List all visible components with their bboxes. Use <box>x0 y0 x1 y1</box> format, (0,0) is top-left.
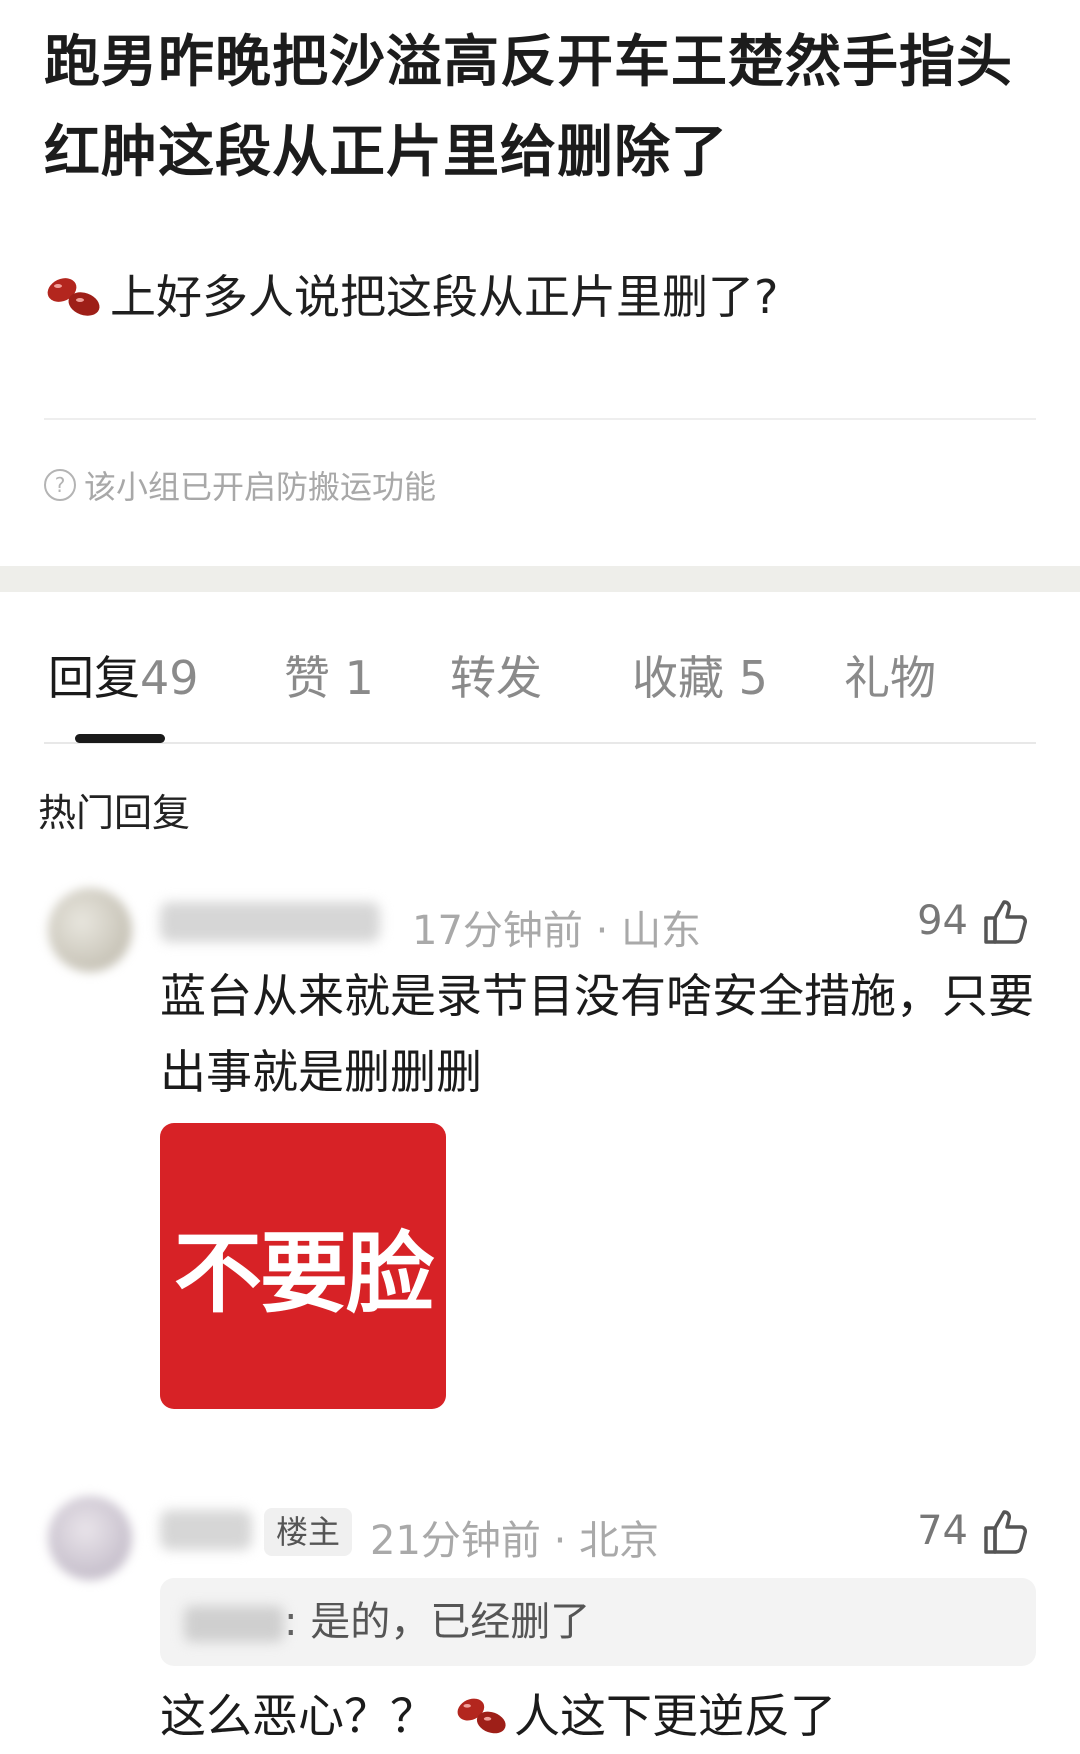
tab-likes-count: 1 <box>344 651 374 705</box>
tab-bar: 回复49 赞 1 转发 收藏 5 礼物 <box>0 640 1080 730</box>
tab-likes-label: 赞 <box>284 651 330 705</box>
avatar[interactable] <box>48 888 132 972</box>
thumbs-up-icon[interactable] <box>980 896 1032 948</box>
help-circle-icon[interactable]: ? <box>44 469 76 501</box>
post-body: 上好多人说把这段从正片里删了? <box>44 262 1044 332</box>
tab-replies-label: 回复 <box>48 651 140 705</box>
thumbs-up-icon[interactable] <box>980 1506 1032 1558</box>
tab-gifts[interactable]: 礼物 <box>844 640 936 716</box>
tab-replies-count: 49 <box>140 651 199 705</box>
quoted-username-blurred <box>184 1606 284 1642</box>
active-tab-indicator <box>75 734 165 743</box>
sticker-image[interactable]: 不要脸 <box>160 1123 446 1409</box>
tab-divider <box>44 742 1036 744</box>
tab-favorites[interactable]: 收藏 5 <box>632 640 768 716</box>
like-count: 74 <box>917 1508 968 1554</box>
comment-location: 山东 <box>621 908 702 954</box>
anti-repost-notice: ? 该小组已开启防搬运功能 <box>44 462 436 508</box>
post-title: 跑男昨晚把沙溢高反开车王楚然手指头红肿这段从正片里给删除了 <box>44 30 1013 185</box>
section-separator <box>0 566 1080 592</box>
comment-time: 21分钟前 <box>370 1518 541 1564</box>
op-badge: 楼主 <box>264 1508 353 1556</box>
quoted-text: : 是的，已经删了 <box>284 1599 591 1645</box>
comment-location: 北京 <box>579 1518 660 1564</box>
anti-repost-text: 该小组已开启防搬运功能 <box>84 468 437 506</box>
tab-reposts-label: 转发 <box>450 651 542 705</box>
comment-meta: 17分钟前 · 山东 <box>412 908 702 954</box>
divider <box>44 418 1036 420</box>
tab-favorites-label: 收藏 <box>632 651 724 705</box>
red-bean-icon <box>47 278 100 316</box>
comment-time: 17分钟前 <box>412 908 583 954</box>
avatar[interactable] <box>48 1496 132 1580</box>
tab-favorites-count: 5 <box>738 651 768 705</box>
tab-replies[interactable]: 回复49 <box>48 640 199 716</box>
red-bean-icon <box>457 1698 506 1734</box>
comment-meta: 21分钟前 · 北京 <box>370 1518 660 1564</box>
tab-likes[interactable]: 赞 1 <box>284 640 374 716</box>
username-blurred[interactable] <box>160 1510 252 1550</box>
tab-reposts[interactable]: 转发 <box>450 640 542 716</box>
comment-text: 蓝台从来就是录节目没有啥安全措施，只要出事就是删删删 <box>160 969 1034 1099</box>
hot-replies-heading: 热门回复 <box>38 791 191 835</box>
like-count: 94 <box>917 898 968 944</box>
tab-gifts-label: 礼物 <box>844 651 936 705</box>
quoted-reply[interactable]: : 是的，已经删了 <box>160 1578 1036 1666</box>
username-blurred[interactable] <box>160 902 380 942</box>
post-body-text: 上好多人说把这段从正片里删了? <box>110 270 779 324</box>
